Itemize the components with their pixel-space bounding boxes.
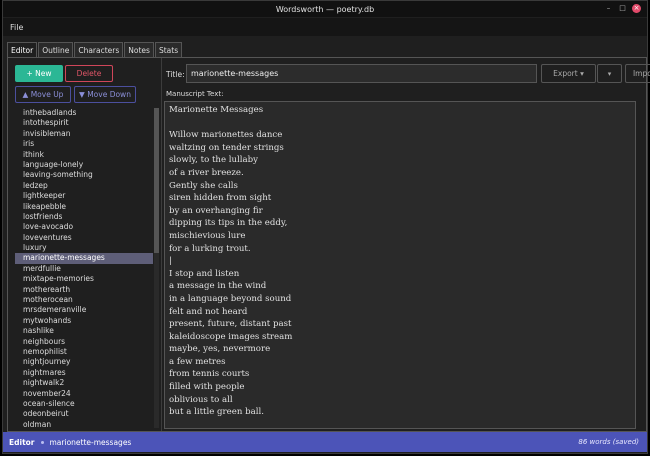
document-list: inthebadlands intothespirit invisibleman ir… (15, 108, 161, 428)
list-item[interactable]: nemophilist (15, 347, 161, 357)
export-button[interactable]: Export ▾ (541, 64, 596, 83)
minimize-icon[interactable]: – (604, 4, 613, 13)
tab-stats[interactable]: Stats (154, 42, 183, 58)
app-window: Wordsworth — poetry.db – □ × File Editor… (2, 0, 650, 454)
list-item[interactable]: november24 (15, 389, 161, 399)
list-item[interactable]: lightkeeper (15, 191, 161, 201)
title-bar: Wordsworth — poetry.db – □ × (3, 1, 647, 17)
status-bar: Editor marionette-messages 86 words (sav… (3, 432, 647, 452)
list-item[interactable]: intothespirit (15, 118, 161, 128)
list-item[interactable]: ledzep (15, 181, 161, 191)
list-item[interactable]: luxury (15, 243, 161, 253)
tab-bar: Editor Outline Characters Notes Stats (7, 42, 183, 58)
status-separator (40, 440, 44, 444)
list-item[interactable]: nashlike (15, 326, 161, 336)
list-item[interactable]: ithink (15, 150, 161, 160)
list-item[interactable]: nightwalk2 (15, 378, 161, 388)
status-document: marionette-messages (49, 437, 132, 447)
delete-button[interactable]: Delete (65, 65, 113, 82)
scrollbar-thumb[interactable] (154, 108, 159, 253)
manuscript-textarea[interactable]: Marionette Messages Willow marionettes d… (164, 101, 636, 429)
window-controls: – □ × (604, 4, 641, 13)
document-sidebar: + New Delete ▲ Move Up ▼ Move Down inthe… (8, 58, 162, 431)
title-input[interactable]: marionette-messages (186, 64, 537, 83)
sidebar-scrollbar[interactable] (154, 108, 159, 428)
maximize-icon[interactable]: □ (618, 4, 627, 13)
list-item[interactable]: nightmares (15, 368, 161, 378)
list-item[interactable]: motherearth (15, 285, 161, 295)
list-item[interactable]: lostfriends (15, 212, 161, 222)
list-item[interactable]: oldman (15, 420, 161, 428)
menu-file[interactable]: File (7, 23, 26, 32)
list-item[interactable]: neighbours (15, 337, 161, 347)
list-item[interactable]: motherocean (15, 295, 161, 305)
list-item[interactable]: mytwohands (15, 316, 161, 326)
list-item[interactable]: nightjourney (15, 357, 161, 367)
tab-characters[interactable]: Characters (74, 42, 124, 58)
word-count: 86 words (saved) (578, 438, 639, 446)
list-item[interactable]: likeapebble (15, 202, 161, 212)
close-icon[interactable]: × (632, 4, 641, 13)
status-mode: Editor (9, 437, 35, 447)
list-item[interactable]: ocean-silence (15, 399, 161, 409)
move-down-button[interactable]: ▼ Move Down (74, 86, 136, 103)
move-up-button[interactable]: ▲ Move Up (15, 86, 71, 103)
tab-editor[interactable]: Editor (7, 42, 38, 58)
editor-panel: + New Delete ▲ Move Up ▼ Move Down inthe… (7, 57, 650, 432)
list-item[interactable]: loveventures (15, 233, 161, 243)
tab-notes[interactable]: Notes (124, 42, 154, 58)
list-item[interactable]: iris (15, 139, 161, 149)
list-item[interactable]: odeonbeirut (15, 409, 161, 419)
export-dropdown-button[interactable]: ▾ (597, 64, 622, 83)
editor-main: Title: marionette-messages Export ▾ ▾ Im… (163, 58, 650, 431)
list-item[interactable]: mixtape-memories (15, 274, 161, 284)
list-item[interactable]: merdfullie (15, 264, 161, 274)
tab-outline[interactable]: Outline (38, 42, 74, 58)
title-label: Title: (166, 70, 185, 79)
window-title: Wordsworth — poetry.db (275, 4, 375, 14)
list-item[interactable]: leaving-something (15, 170, 161, 180)
menu-bar: File (3, 18, 647, 36)
manuscript-label: Manuscript Text: (166, 90, 224, 98)
list-item[interactable]: marionette-messages (15, 253, 153, 264)
list-item[interactable]: inthebadlands (15, 108, 161, 118)
list-item[interactable]: love-avocado (15, 222, 161, 232)
list-item[interactable]: invisibleman (15, 129, 161, 139)
list-item[interactable]: mrsdemeranville (15, 305, 161, 315)
import-button[interactable]: Import... (625, 64, 650, 83)
list-item[interactable]: language-lonely (15, 160, 161, 170)
new-button[interactable]: + New (15, 65, 63, 82)
